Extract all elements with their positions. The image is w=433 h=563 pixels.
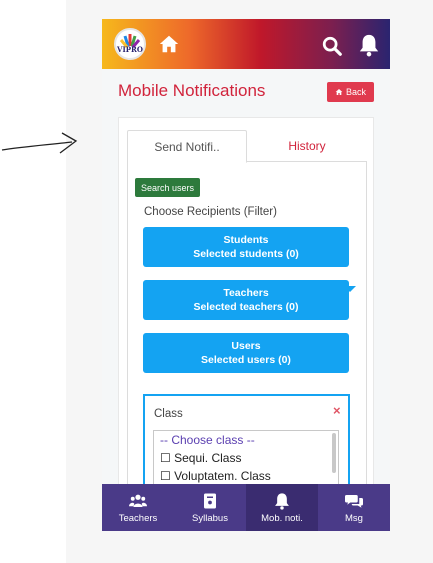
teachers-select-button[interactable]: Teachers Selected teachers (0) [143, 280, 349, 320]
close-icon[interactable]: × [333, 403, 341, 418]
class-option[interactable]: -- Choose class -- [154, 431, 338, 449]
nav-mob-noti[interactable]: Mob. noti. [246, 484, 318, 531]
back-label: Back [345, 87, 366, 97]
bell-icon [275, 492, 289, 510]
tab-send-notification[interactable]: Send Notifi.. [127, 130, 247, 163]
students-select-button[interactable]: Students Selected students (0) [143, 227, 349, 267]
home-icon [335, 89, 343, 95]
students-title: Students [223, 234, 269, 246]
teachers-count: Selected teachers (0) [193, 301, 299, 313]
nav-msg[interactable]: Msg [318, 484, 390, 531]
teachers-title: Teachers [223, 287, 269, 299]
tab-history[interactable]: History [247, 130, 367, 162]
logo-text: VIPRO [117, 45, 143, 54]
users-title: Users [231, 340, 261, 352]
search-users-button[interactable]: Search users [135, 178, 201, 197]
app-logo[interactable]: VIPRO [114, 28, 146, 60]
choose-recipients-label: Choose Recipients (Filter) [144, 206, 277, 218]
class-option[interactable]: ☐ Voluptatem. Class [154, 467, 338, 485]
nav-teachers[interactable]: Teachers [102, 484, 174, 531]
nav-label: Msg [345, 512, 363, 524]
users-icon [129, 494, 147, 507]
home-icon[interactable] [158, 33, 180, 55]
bell-icon[interactable] [358, 33, 380, 57]
nav-label: Teachers [118, 512, 158, 524]
tab-bar: Send Notifi.. History [127, 130, 367, 163]
bottom-nav: Teachers Syllabus Mob. noti. Msg [102, 484, 390, 531]
class-option[interactable]: ☐ Sequi. Class [154, 449, 338, 467]
book-icon [204, 493, 216, 508]
chat-icon [345, 494, 363, 508]
students-count: Selected students (0) [193, 248, 299, 260]
back-button[interactable]: Back [327, 82, 374, 102]
users-select-button[interactable]: Users Selected users (0) [143, 333, 349, 373]
left-background [0, 0, 66, 563]
nav-label: Mob. noti. [261, 512, 303, 524]
class-label: Class [154, 408, 183, 420]
scrollbar[interactable] [332, 433, 336, 473]
hand-drawn-arrow [1, 132, 78, 154]
nav-syllabus[interactable]: Syllabus [174, 484, 246, 531]
top-bar: VIPRO [102, 19, 390, 69]
users-count: Selected users (0) [201, 354, 291, 366]
page-title: Mobile Notifications [118, 81, 266, 100]
app-window: VIPRO Mobile Notifications Back Send Not… [102, 19, 390, 531]
search-icon[interactable] [321, 35, 343, 57]
class-filter-box: Class × -- Choose class -- ☐ Sequi. Clas… [143, 394, 350, 500]
nav-label: Syllabus [192, 512, 228, 524]
